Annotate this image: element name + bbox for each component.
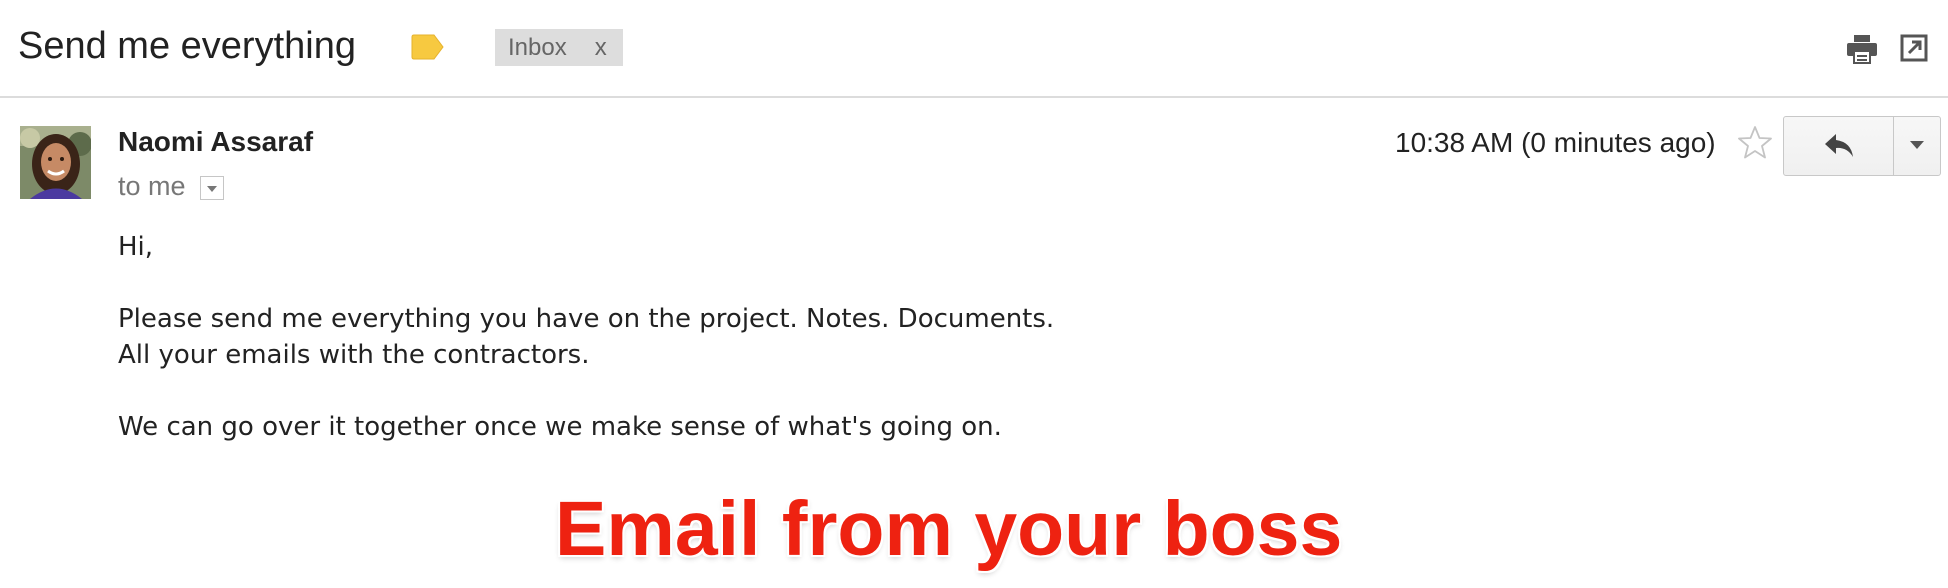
more-actions-button[interactable] [1894,117,1940,175]
email-body: Hi, Please send me everything you have o… [118,229,1054,481]
email-subject: Send me everything [18,25,356,67]
inbox-label-chip[interactable]: Inbox x [495,29,623,66]
email-paragraph-1: Please send me everything you have on th… [118,301,1054,373]
recipient-details-dropdown[interactable] [200,176,224,200]
email-timestamp: 10:38 AM (0 minutes ago) [1395,127,1716,158]
inbox-label-text: Inbox [508,34,567,61]
recipient-text: to me [118,171,186,201]
email-paragraph-2: We can go over it together once we make … [118,412,1002,442]
sender-name[interactable]: Naomi Assaraf [118,126,313,158]
new-window-icon[interactable] [1900,34,1928,62]
star-icon[interactable] [1736,124,1774,162]
caption-overlay: Email from your boss [555,486,1343,572]
email-body-line: All your emails with the contractors. [118,340,590,370]
print-icon[interactable] [1846,34,1878,64]
reply-button[interactable] [1784,117,1894,175]
label-icon[interactable] [411,34,445,60]
sender-avatar[interactable] [20,126,91,199]
email-header: Send me everything Inbox x [0,0,1948,98]
email-body-line: Please send me everything you have on th… [118,304,1055,334]
reply-button-group [1783,116,1941,176]
email-greeting: Hi, [118,232,154,262]
reply-icon [1825,134,1853,157]
remove-label-button[interactable]: x [595,34,607,61]
